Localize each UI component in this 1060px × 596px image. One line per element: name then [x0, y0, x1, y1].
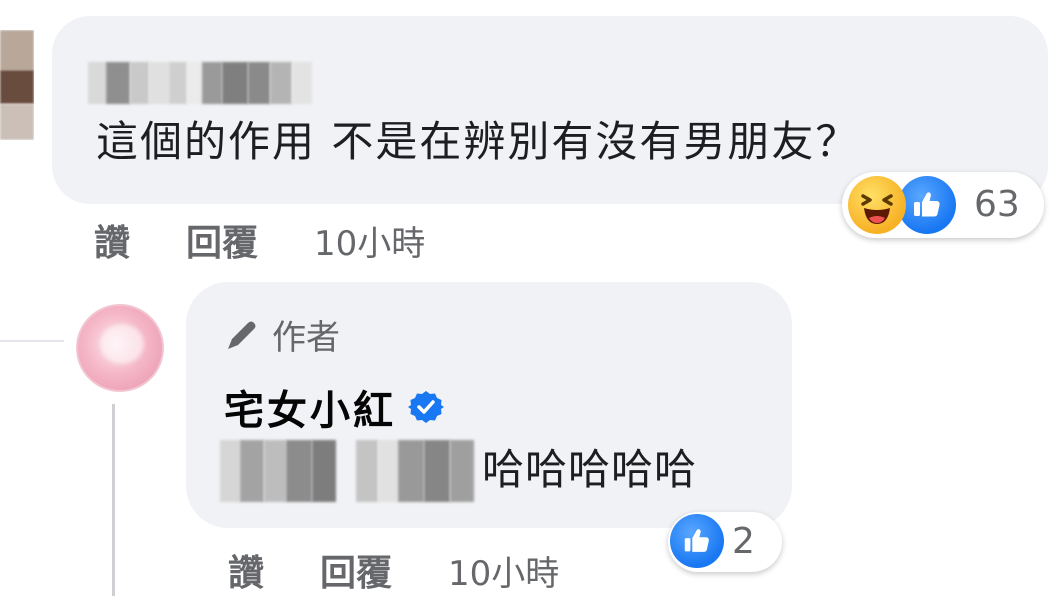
- commenter-avatar[interactable]: [0, 30, 34, 140]
- like-icon: [670, 514, 724, 568]
- thread-connector-line: [112, 404, 115, 596]
- comment-actions: 讚 回覆 10小時: [94, 214, 425, 266]
- reaction-count: 2: [732, 521, 755, 562]
- reply-timestamp[interactable]: 10小時: [448, 546, 559, 595]
- like-action-link[interactable]: 讚: [94, 214, 130, 266]
- avatar-blur-segment: [0, 70, 34, 104]
- thread-connector-line: [0, 340, 64, 342]
- reactions-summary[interactable]: 63: [842, 172, 1044, 238]
- like-icon: [898, 176, 956, 234]
- commenter-name-redacted[interactable]: [88, 62, 313, 104]
- page-name-link[interactable]: 宅女小紅: [224, 378, 396, 436]
- avatar-blur-segment: [0, 104, 34, 140]
- reply-action-link[interactable]: 回覆: [320, 544, 392, 596]
- avatar-blur-segment: [0, 30, 34, 70]
- mention-redacted[interactable]: [220, 440, 336, 502]
- comment-text: 這個的作用 不是在辨別有沒有男朋友？: [96, 117, 860, 166]
- mention-redacted[interactable]: [356, 440, 474, 502]
- author-badge: 作者: [222, 310, 340, 359]
- reaction-count: 63: [974, 184, 1020, 225]
- verified-badge-icon: [408, 391, 444, 423]
- reply-action-link[interactable]: 回覆: [186, 214, 258, 266]
- reply-author: 宅女小紅: [224, 378, 444, 436]
- haha-icon: [848, 176, 906, 234]
- reactions-summary[interactable]: 2: [668, 512, 782, 572]
- author-avatar[interactable]: [76, 304, 164, 392]
- reply-text: 哈哈哈哈哈: [482, 445, 698, 494]
- author-badge-label: 作者: [272, 318, 340, 358]
- reply-actions: 讚 回覆 10小時: [228, 544, 559, 596]
- pen-icon: [228, 321, 256, 349]
- like-action-link[interactable]: 讚: [228, 544, 264, 596]
- comment-timestamp[interactable]: 10小時: [314, 216, 425, 265]
